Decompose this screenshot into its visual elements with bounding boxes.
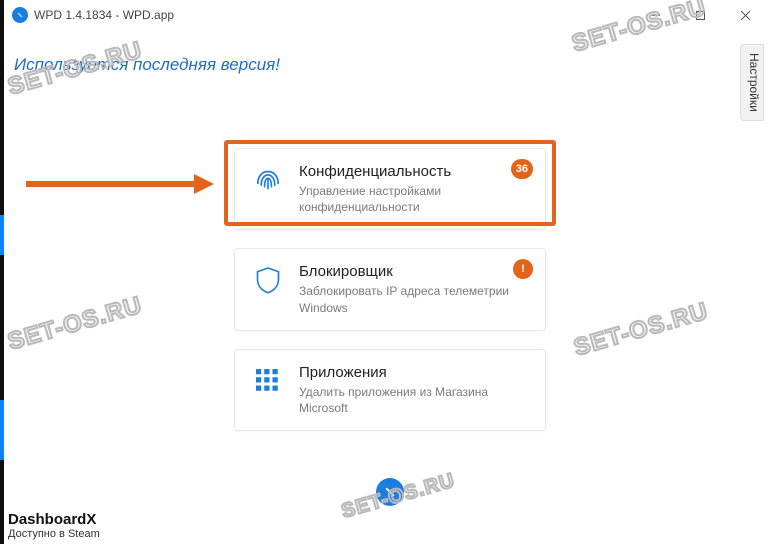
watermark: SET-OS.RU (5, 291, 146, 356)
footer-subtitle: Доступно в Steam (8, 528, 100, 540)
app-window: WPD 1.4.1834 - WPD.app Используется посл… (0, 0, 768, 544)
privacy-card[interactable]: Конфиденциальность Управление настройкам… (234, 148, 546, 230)
left-edge (0, 0, 4, 544)
card-title: Приложения (299, 364, 529, 381)
menu-cards: Конфиденциальность Управление настройкам… (234, 148, 546, 449)
left-accent (0, 215, 4, 255)
minimize-button[interactable] (633, 0, 678, 30)
footer-ad: DashboardX Доступно в Steam (8, 511, 100, 540)
card-subtitle: Заблокировать IP адреса телеметрии Windo… (299, 283, 529, 315)
footer-title: DashboardX (8, 511, 100, 528)
titlebar: WPD 1.4.1834 - WPD.app (4, 0, 768, 30)
left-accent (0, 400, 4, 460)
count-badge: 36 (511, 159, 533, 179)
settings-tab[interactable]: Настройки (740, 44, 764, 121)
version-status: Используется последняя версия! (14, 55, 280, 75)
apps-grid-icon (251, 364, 285, 398)
fingerprint-icon (251, 163, 285, 197)
maximize-button[interactable] (678, 0, 723, 30)
app-logo-icon (376, 478, 404, 506)
apps-card[interactable]: Приложения Удалить приложения из Магазин… (234, 349, 546, 431)
card-title: Блокировщик (299, 263, 529, 280)
card-title: Конфиденциальность (299, 163, 529, 180)
watermark: SET-OS.RU (571, 297, 712, 362)
window-controls (633, 0, 768, 30)
alert-badge: ! (513, 259, 533, 279)
app-icon (12, 7, 28, 23)
shield-icon (251, 263, 285, 297)
blocker-card[interactable]: Блокировщик Заблокировать IP адреса теле… (234, 248, 546, 330)
close-button[interactable] (723, 0, 768, 30)
card-subtitle: Удалить приложения из Магазина Microsoft (299, 384, 529, 416)
annotation-arrow (24, 172, 214, 196)
window-title: WPD 1.4.1834 - WPD.app (34, 8, 174, 22)
card-subtitle: Управление настройками конфиденциальност… (299, 183, 529, 215)
